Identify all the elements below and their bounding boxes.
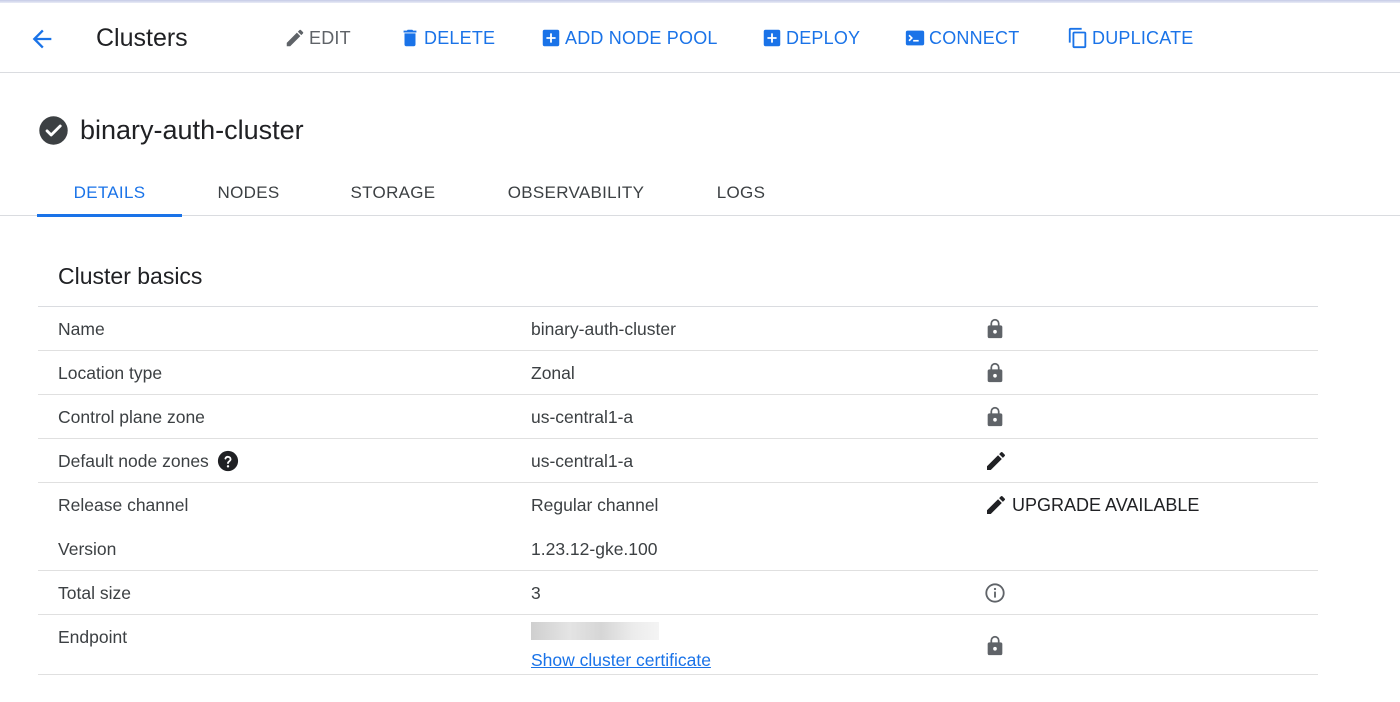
back-button[interactable] — [26, 23, 58, 55]
add-box-icon — [539, 26, 563, 50]
page-title: Clusters — [96, 24, 188, 52]
tab-observability[interactable]: OBSERVABILITY — [490, 170, 662, 216]
table-row-name: Name binary-auth-cluster — [38, 307, 1318, 351]
tab-details[interactable]: DETAILS — [37, 170, 182, 217]
table-row-total-size: Total size 3 — [38, 571, 1318, 615]
toolbar: Clusters EDIT DELETE ADD NODE POOL DEPLO… — [0, 3, 1400, 73]
row-label-text: Default node zones — [58, 451, 209, 471]
connect-button[interactable]: CONNECT — [903, 25, 1019, 51]
row-value: Zonal — [531, 363, 575, 383]
terminal-icon — [903, 26, 927, 50]
redacted-endpoint — [531, 622, 659, 640]
row-value: 1.23.12-gke.100 — [531, 539, 658, 559]
trash-icon — [398, 26, 422, 50]
tab-logs[interactable]: LOGS — [700, 170, 782, 216]
lock-icon — [987, 362, 1003, 383]
row-label: Name — [58, 319, 105, 339]
delete-button-label: DELETE — [424, 27, 496, 48]
edit-icon — [987, 451, 1006, 470]
table-row-release-channel: Release channel Regular channel UPGRADE … — [38, 483, 1318, 527]
delete-button[interactable]: DELETE — [398, 25, 495, 51]
add-node-pool-label: ADD NODE POOL — [565, 27, 718, 48]
row-action — [984, 361, 1006, 385]
copy-icon — [1066, 26, 1090, 50]
edit-node-zones-button[interactable] — [984, 449, 1008, 473]
cluster-name: binary-auth-cluster — [80, 115, 304, 145]
check-circle-icon — [39, 115, 68, 145]
add-box-icon — [760, 26, 784, 50]
duplicate-button[interactable]: DUPLICATE — [1066, 25, 1194, 51]
lock-icon — [987, 635, 1003, 656]
row-label: Location type — [58, 363, 163, 383]
table-row-default-node-zones: Default node zones us-central1-a — [38, 439, 1318, 483]
row-action — [984, 317, 1006, 341]
lock-icon — [987, 406, 1003, 427]
row-label-with-help: Default node zones — [58, 449, 239, 473]
row-value: binary-auth-cluster — [531, 319, 676, 339]
edit-button[interactable]: EDIT — [283, 25, 351, 51]
row-label: Control plane zone — [58, 407, 205, 427]
info-icon[interactable] — [984, 582, 1006, 604]
tab-nodes[interactable]: NODES — [200, 170, 297, 216]
show-cluster-certificate-link[interactable]: Show cluster certificate — [531, 648, 711, 672]
edit-button-label: EDIT — [309, 27, 351, 48]
section-title: Cluster basics — [58, 263, 203, 289]
connect-button-label: CONNECT — [929, 27, 1020, 48]
row-action — [984, 634, 1006, 658]
row-value: us-central1-a — [531, 451, 634, 471]
duplicate-button-label: DUPLICATE — [1092, 27, 1194, 48]
table-row-endpoint: Endpoint Show cluster certificate — [38, 615, 1318, 675]
row-label: Version — [58, 539, 117, 559]
row-action — [984, 581, 1006, 605]
add-node-pool-button[interactable]: ADD NODE POOL — [539, 25, 718, 51]
edit-icon — [987, 495, 1006, 514]
pencil-icon — [283, 26, 307, 50]
row-value: Regular channel — [531, 495, 659, 515]
table-row-location-type: Location type Zonal — [38, 351, 1318, 395]
arrow-back-icon — [32, 29, 52, 49]
row-value: us-central1-a — [531, 407, 634, 427]
upgrade-available-button[interactable]: UPGRADE AVAILABLE — [984, 493, 1199, 517]
help-icon[interactable] — [217, 450, 239, 472]
table-row-control-plane-zone: Control plane zone us-central1-a — [38, 395, 1318, 439]
row-label: Release channel — [58, 495, 189, 515]
tab-storage[interactable]: STORAGE — [333, 170, 453, 216]
row-label: Total size — [58, 583, 131, 603]
cluster-header: binary-auth-cluster — [38, 113, 304, 147]
row-action — [984, 405, 1006, 429]
tab-bar: DETAILS NODES STORAGE OBSERVABILITY LOGS — [0, 170, 1400, 217]
cluster-basics-table: Name binary-auth-cluster Location type Z… — [38, 306, 1318, 675]
deploy-button[interactable]: DEPLOY — [760, 25, 860, 51]
row-label: Endpoint — [58, 627, 128, 647]
upgrade-available-label: UPGRADE AVAILABLE — [1012, 494, 1200, 515]
lock-icon — [987, 318, 1003, 339]
table-row-version: Version 1.23.12-gke.100 — [38, 527, 1318, 571]
deploy-button-label: DEPLOY — [786, 27, 861, 48]
row-value: 3 — [531, 583, 541, 603]
